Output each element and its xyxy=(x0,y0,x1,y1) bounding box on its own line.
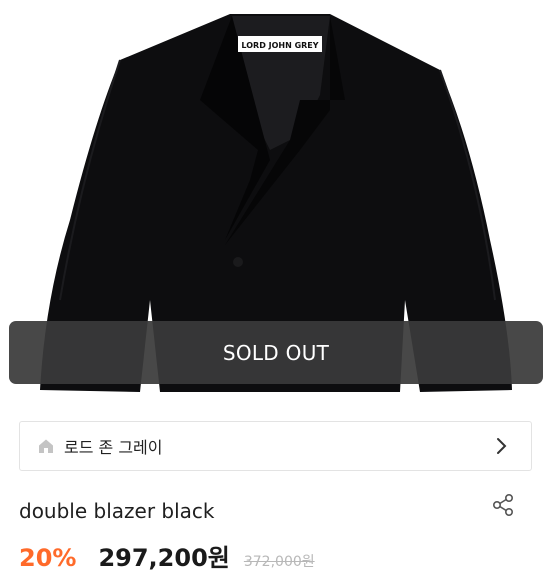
product-image[interactable]: LORD JOHN GREY SOLD OUT xyxy=(0,0,552,400)
price-row: 20% 297,200원 372,000원 xyxy=(19,538,315,572)
share-button[interactable] xyxy=(489,491,517,519)
brand-shop-link[interactable]: 로드 존 그레이 xyxy=(19,421,532,471)
discount-rate: 20% xyxy=(19,544,77,572)
share-icon xyxy=(492,493,514,516)
product-title: double blazer black xyxy=(19,499,215,523)
original-price: 372,000원 xyxy=(243,554,315,570)
sold-out-banner: SOLD OUT xyxy=(9,321,543,384)
home-icon xyxy=(36,436,56,456)
chevron-right-icon xyxy=(491,435,513,457)
sale-price: 297,200원 xyxy=(98,544,230,572)
brand-name: 로드 존 그레이 xyxy=(64,438,163,457)
sold-out-label: SOLD OUT xyxy=(222,340,330,365)
brand-label-text: LORD JOHN GREY xyxy=(241,41,318,50)
